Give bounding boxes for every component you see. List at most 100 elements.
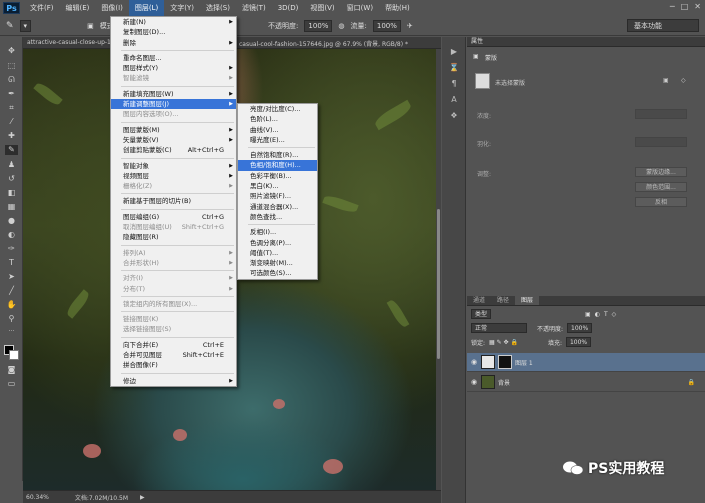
- menu-item[interactable]: 图层编组(G) Ctrl+G: [111, 212, 236, 222]
- menu-item[interactable]: 链接图层(K): [111, 314, 236, 324]
- menu-item[interactable]: 新建填充图层(W) ▶: [111, 89, 236, 99]
- type-tool-icon[interactable]: T: [5, 258, 18, 268]
- menu-item[interactable]: 删除 ▶: [111, 38, 236, 48]
- filter-type-icon[interactable]: T: [604, 311, 608, 318]
- marquee-tool-icon[interactable]: ⬚: [5, 61, 18, 71]
- more-tools-icon[interactable]: ···: [5, 327, 18, 337]
- brush-tool-icon[interactable]: ✎: [6, 21, 14, 31]
- menu-item[interactable]: 智能滤镜 ▶: [111, 73, 236, 83]
- document-tab-left[interactable]: attractive-casual-close-up-1: [27, 39, 111, 46]
- opacity-input[interactable]: 100%: [304, 19, 333, 32]
- menu-item[interactable]: 排列(A) ▶: [111, 248, 236, 258]
- menu-item[interactable]: 拼合图像(F): [111, 360, 236, 370]
- hand-tool-icon[interactable]: ✋: [5, 300, 18, 310]
- blur-tool-icon[interactable]: ●: [5, 216, 18, 226]
- eye-icon[interactable]: ◉: [467, 378, 481, 386]
- menu-item[interactable]: 渐变映射(M)...: [238, 258, 317, 268]
- menu-item[interactable]: 合并形状(H) ▶: [111, 258, 236, 268]
- close-icon[interactable]: ✕: [694, 2, 701, 11]
- lasso-tool-icon[interactable]: ᘏ: [5, 75, 18, 85]
- menu-item[interactable]: 取消图层编组(U) Shift+Ctrl+G: [111, 222, 236, 232]
- menu-item[interactable]: 颜色查找...: [238, 212, 317, 222]
- menu-6[interactable]: 滤镜(T): [236, 0, 272, 16]
- menu-item[interactable]: 自然饱和度(R)...: [238, 150, 317, 160]
- brush-size-dropdown[interactable]: ▾: [19, 19, 32, 32]
- workspace-select[interactable]: 基本功能: [627, 19, 699, 32]
- menu-9[interactable]: 窗口(W): [341, 0, 379, 16]
- background-color-swatch[interactable]: [9, 350, 19, 360]
- menu-item[interactable]: 色调分离(P)...: [238, 238, 317, 248]
- status-arrow-icon[interactable]: ▶: [140, 494, 145, 501]
- layer-row[interactable]: ◉ 图层 1: [467, 353, 705, 372]
- menu-item[interactable]: 重命名图层...: [111, 53, 236, 63]
- menu-item[interactable]: 阈值(T)...: [238, 248, 317, 258]
- stamp-tool-icon[interactable]: ♟: [5, 160, 18, 170]
- styles-icon[interactable]: ❖: [448, 111, 460, 121]
- menu-item[interactable]: 曝光度(E)...: [238, 135, 317, 145]
- menu-item[interactable]: 合并可见图层 Shift+Ctrl+E: [111, 350, 236, 360]
- history-brush-icon[interactable]: ↺: [5, 174, 18, 184]
- pressure-icon[interactable]: ◍: [338, 22, 344, 30]
- menu-item[interactable]: 创建剪贴蒙版(C) Alt+Ctrl+G: [111, 145, 236, 155]
- paragraph-icon[interactable]: ¶: [448, 79, 460, 89]
- mask-edge-button[interactable]: 蒙版边缘...: [635, 167, 687, 177]
- menu-item[interactable]: 复制图层(D)...: [111, 27, 236, 37]
- blend-mode-select[interactable]: 正常: [471, 323, 527, 333]
- airbrush-icon[interactable]: ✈: [407, 22, 413, 30]
- eyedropper-tool-icon[interactable]: ⁄: [5, 117, 18, 127]
- density-slider[interactable]: [635, 109, 687, 119]
- menu-item[interactable]: 栅格化(Z) ▶: [111, 181, 236, 191]
- quick-mask-icon[interactable]: ◙: [5, 365, 18, 375]
- play-icon[interactable]: ▶: [448, 47, 460, 57]
- menu-item[interactable]: 亮度/对比度(C)...: [238, 104, 317, 114]
- maximize-icon[interactable]: □: [681, 2, 689, 11]
- healing-tool-icon[interactable]: ✚: [5, 131, 18, 141]
- fill-input[interactable]: 100%: [565, 337, 592, 347]
- pixel-mask-icon[interactable]: ▣: [663, 77, 669, 84]
- menu-item[interactable]: 新建基于图层的切片(B): [111, 196, 236, 206]
- menu-item[interactable]: 曲线(V)...: [238, 125, 317, 135]
- pen-tool-icon[interactable]: ✑: [5, 244, 18, 254]
- zoom-readout[interactable]: 60.34%: [26, 494, 49, 501]
- menu-item[interactable]: 新建调整图层(J) ▶: [111, 99, 236, 110]
- menu-8[interactable]: 视图(V): [304, 0, 340, 16]
- canvas-scrollbar[interactable]: [436, 49, 441, 490]
- filter-shape-icon[interactable]: ◇: [612, 311, 617, 318]
- menu-item[interactable]: 矢量蒙版(V) ▶: [111, 135, 236, 145]
- path-select-tool-icon[interactable]: ➤: [5, 272, 18, 282]
- gradient-tool-icon[interactable]: ▦: [5, 202, 18, 212]
- menu-item[interactable]: 色相/饱和度(H)...: [238, 160, 317, 171]
- menu-5[interactable]: 选择(S): [200, 0, 236, 16]
- minimize-icon[interactable]: ─: [670, 2, 675, 11]
- invert-button[interactable]: 反相: [635, 197, 687, 207]
- menu-item[interactable]: 通道混合器(X)...: [238, 202, 317, 212]
- menu-item[interactable]: 反相(I)...: [238, 227, 317, 237]
- feather-slider[interactable]: [635, 137, 687, 147]
- filter-type-select[interactable]: 类型: [471, 309, 492, 319]
- menu-item[interactable]: 向下合并(E) Ctrl+E: [111, 340, 236, 350]
- eraser-tool-icon[interactable]: ◧: [5, 188, 18, 198]
- mask-thumbnail[interactable]: [475, 73, 490, 89]
- layer-name[interactable]: 背景: [498, 378, 510, 387]
- character-icon[interactable]: A: [448, 95, 460, 105]
- menu-item[interactable]: 视频图层 ▶: [111, 171, 236, 181]
- tab-paths[interactable]: 路径: [491, 296, 515, 305]
- menu-item[interactable]: 可选颜色(S)...: [238, 268, 317, 278]
- layer-name[interactable]: 图层 1: [515, 358, 533, 367]
- eye-icon[interactable]: ◉: [467, 358, 481, 366]
- color-range-button[interactable]: 颜色范围...: [635, 182, 687, 192]
- brush-panel-icon[interactable]: ▣: [87, 22, 94, 30]
- dodge-tool-icon[interactable]: ◐: [5, 230, 18, 240]
- menu-item[interactable]: 图层蒙版(M) ▶: [111, 125, 236, 135]
- menu-item[interactable]: 图层内容选项(O)...: [111, 109, 236, 119]
- flow-input[interactable]: 100%: [372, 19, 401, 32]
- history-icon[interactable]: ⌛: [448, 63, 460, 73]
- tab-layers[interactable]: 图层: [515, 296, 540, 305]
- menu-item[interactable]: 新建(N) ▶: [111, 17, 236, 27]
- menu-7[interactable]: 3D(D): [272, 0, 305, 16]
- brush-tool-icon[interactable]: ✎: [5, 145, 18, 155]
- menu-item[interactable]: 图层样式(Y) ▶: [111, 63, 236, 73]
- menu-1[interactable]: 编辑(E): [60, 0, 96, 16]
- tab-channels[interactable]: 通道: [467, 296, 491, 305]
- zoom-tool-icon[interactable]: ⚲: [5, 314, 18, 324]
